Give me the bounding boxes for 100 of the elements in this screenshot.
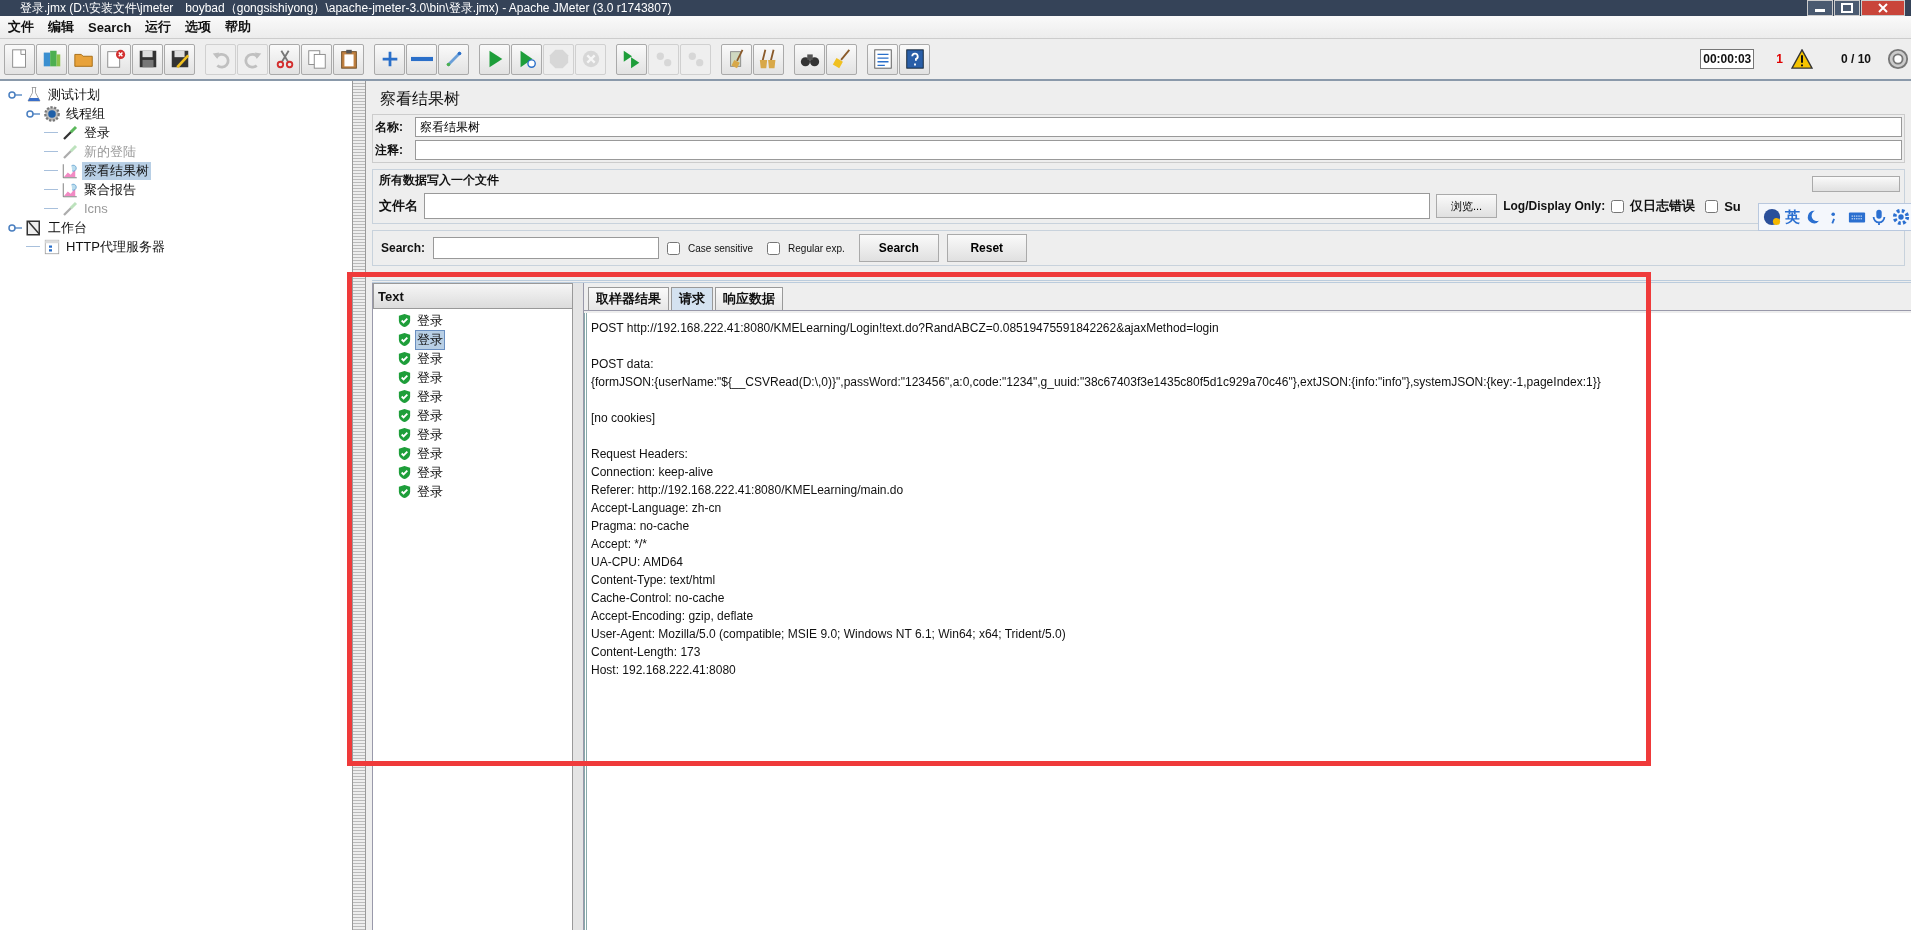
- tree-item[interactable]: 聚合报告: [82, 180, 138, 199]
- toolbar-button[interactable]: [899, 43, 930, 75]
- tree-item[interactable]: HTTP代理服务器: [64, 237, 167, 256]
- ime-language[interactable]: 英: [1785, 207, 1800, 227]
- warning-icon[interactable]: [1790, 49, 1813, 69]
- configure-button[interactable]: [1812, 176, 1900, 192]
- expand-handle-icon[interactable]: [26, 109, 40, 118]
- checkbox[interactable]: [767, 241, 781, 255]
- menu-item[interactable]: 帮助: [219, 16, 260, 38]
- tab[interactable]: 取样器结果: [588, 287, 669, 310]
- menu-item[interactable]: 选项: [179, 16, 220, 38]
- regex-label: Regular exp.: [788, 242, 845, 254]
- text-line: Accept-Encoding: gzip, deflate: [591, 608, 755, 625]
- tree-item[interactable]: 工作台: [46, 218, 89, 237]
- splitter-handle[interactable]: [353, 81, 366, 930]
- result-item[interactable]: 登录: [416, 406, 444, 425]
- expand-handle-icon[interactable]: [8, 90, 22, 99]
- search-field[interactable]: [433, 237, 660, 259]
- reset-button[interactable]: Reset: [946, 234, 1027, 262]
- result-item[interactable]: 登录: [416, 330, 444, 349]
- result-item[interactable]: 登录: [416, 425, 444, 444]
- filename-label: 文件名: [379, 197, 418, 215]
- text-line: Host: 192.168.222.41:8080: [591, 662, 737, 679]
- text-line: Accept-Language: zh-cn: [591, 500, 723, 517]
- list-icon: [871, 48, 894, 70]
- shield-check-icon: [397, 351, 412, 366]
- text-line: Cache-Control: no-cache: [591, 590, 726, 607]
- result-item[interactable]: 登录: [416, 311, 444, 330]
- text-line: Referer: http://192.168.222.41:8080/KMELearning/main.do: [591, 482, 905, 499]
- text-line: User-Agent: Mozilla/5.0 (compatible; MSIE 9.0; Windows NT 6.1; Win64; x64; Trident/5.0): [591, 626, 1067, 643]
- shield-check-icon: [397, 446, 412, 461]
- menu-item[interactable]: 文件: [2, 16, 42, 38]
- checkbox[interactable]: [1705, 199, 1719, 213]
- tree-item[interactable]: 测试计划: [46, 85, 102, 104]
- log-display-label: Log/Display Only:: [1503, 199, 1606, 213]
- menu-item[interactable]: 编辑: [42, 16, 82, 38]
- shield-check-icon: [397, 465, 412, 480]
- stop-sign-icon: [547, 48, 570, 70]
- text-line: {formJSON:{userName:"${__CSVRead(D:\,0)}",passWord:"123456",a:0,code:"1234",g_uuid:"38c67403f3e1435c80f5d1c929a70c46"},extJSON:{info:"info"},systemJSON:{key:-1,pageIndex:1}}: [591, 374, 1602, 391]
- pages-icon: [305, 48, 328, 70]
- renderer-dropdown[interactable]: Text: [373, 283, 573, 309]
- window-title: 登录.jmx (D:\安装文件\jmeter boybad（gongsishiyong）\apache-jmeter-3.0\bin\登录.jmx) - Apache JMeter (3.0 r1743807): [19, 0, 672, 17]
- name-field[interactable]: 察看结果树: [415, 117, 1902, 137]
- warning-count: 1: [1776, 52, 1783, 66]
- errors-only-label: 仅日志错误: [1630, 197, 1696, 215]
- result-item[interactable]: 登录: [416, 444, 444, 463]
- tree-item[interactable]: 线程组: [64, 104, 107, 123]
- menu-item[interactable]: 运行: [139, 16, 180, 38]
- minus-icon: [410, 56, 433, 62]
- toolbar-button[interactable]: [794, 43, 825, 75]
- shield-check-icon: [397, 370, 412, 385]
- shield-check-icon: [397, 408, 412, 423]
- tab[interactable]: 响应数据: [715, 287, 783, 310]
- text-line: Pragma: no-cache: [591, 518, 691, 535]
- text-line: POST http://192.168.222.41:8080/KMELearning/Login!text.do?RandABCZ=0.08519475591842262&ajaxMethod=login: [591, 320, 1220, 337]
- shield-check-icon: [397, 427, 412, 442]
- result-item[interactable]: 登录: [416, 482, 444, 501]
- browse-button[interactable]: 浏览...: [1436, 194, 1498, 218]
- checkbox[interactable]: [1611, 199, 1625, 213]
- target-icon[interactable]: [1887, 48, 1909, 70]
- text-line: [no cookies]: [591, 410, 657, 427]
- toolbar-button[interactable]: [132, 43, 163, 75]
- result-item[interactable]: 登录: [416, 368, 444, 387]
- close-icon[interactable]: [1861, 0, 1905, 16]
- splitter-handle[interactable]: [573, 283, 584, 930]
- name-label: 名称:: [375, 118, 404, 136]
- search-label: Search:: [381, 241, 426, 255]
- comment-label: 注释:: [375, 141, 404, 159]
- elapsed-time: 00:00:03: [1700, 49, 1755, 69]
- checkbox[interactable]: [667, 241, 681, 255]
- maximize-icon[interactable]: [1834, 0, 1860, 16]
- search-button[interactable]: Search: [858, 234, 939, 262]
- result-item[interactable]: 登录: [416, 387, 444, 406]
- text-line: POST data:: [591, 356, 655, 373]
- microphone-icon[interactable]: [1870, 208, 1888, 226]
- shield-check-icon: [397, 389, 412, 404]
- toolbar-button[interactable]: [333, 43, 364, 75]
- minimize-icon[interactable]: [1807, 0, 1833, 16]
- thread-count: 0 / 10: [1840, 52, 1871, 66]
- shield-check-icon: [397, 484, 412, 499]
- text-line: Content-Type: text/html: [591, 572, 717, 589]
- toolbar-button[interactable]: [164, 43, 195, 75]
- tab[interactable]: 请求: [671, 287, 713, 310]
- tree-item[interactable]: 登录: [82, 123, 112, 142]
- help-book-icon: [903, 48, 926, 70]
- case-sensitive-label: Case sensitive: [688, 242, 754, 254]
- result-item[interactable]: 登录: [416, 349, 444, 368]
- settings-icon[interactable]: [1892, 208, 1910, 226]
- menu-item[interactable]: Search: [82, 17, 140, 37]
- ime-logo-icon[interactable]: [1763, 208, 1781, 226]
- text-line: Accept: */*: [591, 536, 649, 553]
- text-line: Content-Length: 173: [591, 644, 702, 661]
- success-label: Su: [1724, 198, 1741, 214]
- tree-item[interactable]: 察看结果树: [82, 161, 151, 180]
- shield-check-icon: [397, 313, 412, 328]
- result-item[interactable]: 登录: [416, 463, 444, 482]
- comment-field[interactable]: [415, 140, 1902, 160]
- expand-handle-icon[interactable]: [8, 223, 22, 232]
- text-line: Connection: keep-alive: [591, 464, 715, 481]
- filename-field[interactable]: [424, 193, 1430, 219]
